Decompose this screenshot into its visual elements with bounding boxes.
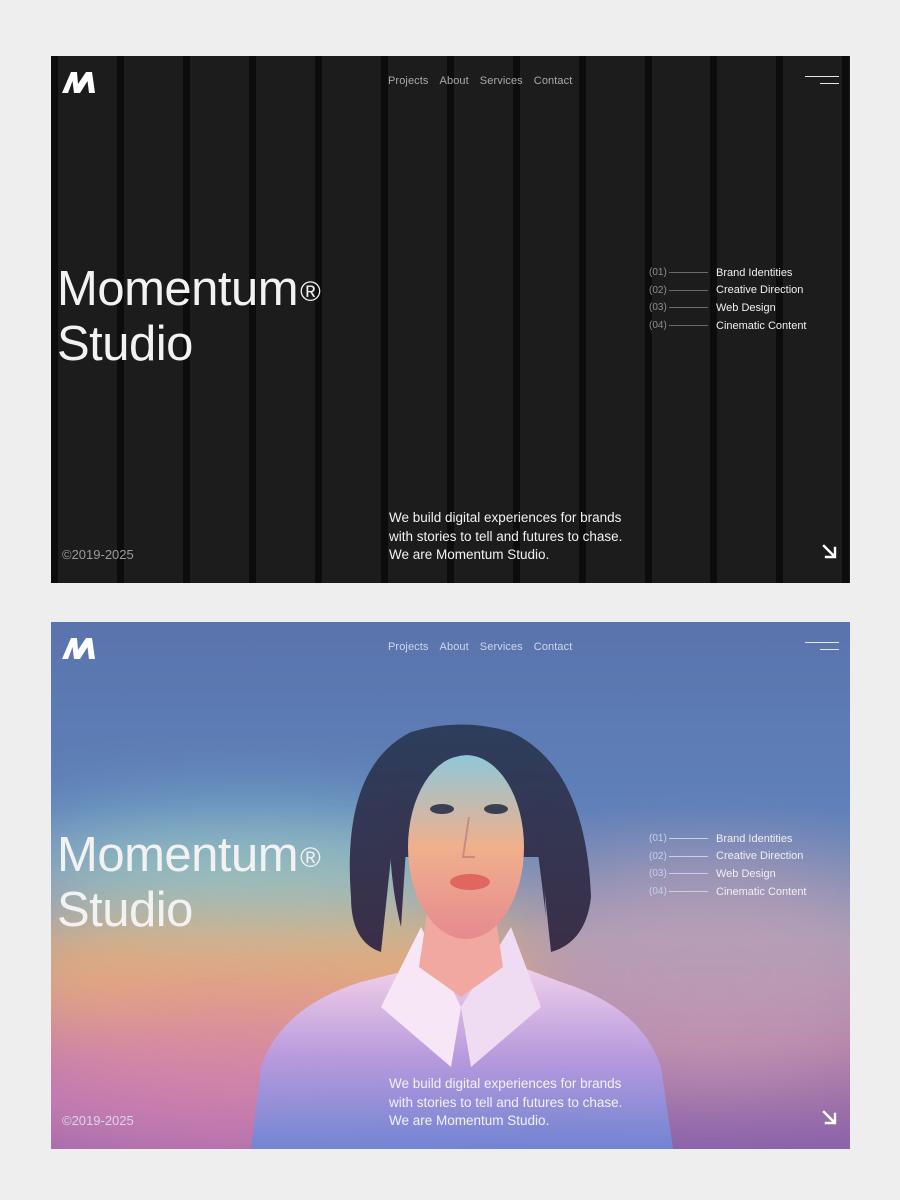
service-number: (04) (649, 886, 667, 898)
title-line-1: Momentum (57, 828, 299, 882)
hamburger-icon[interactable] (805, 76, 839, 88)
service-item[interactable]: (03) Web Design (649, 865, 807, 883)
main-nav: Projects About Services Contact (388, 75, 572, 87)
service-label: Creative Direction (716, 850, 804, 863)
nav-contact[interactable]: Contact (534, 641, 573, 653)
nav-services[interactable]: Services (480, 75, 523, 87)
title-line-2: Studio (57, 317, 193, 371)
registered-mark: ® (300, 842, 321, 873)
service-item[interactable]: (04) Cinematic Content (649, 317, 807, 335)
service-label: Web Design (716, 301, 776, 314)
divider (669, 272, 708, 274)
divider (669, 873, 708, 875)
service-number: (03) (649, 302, 667, 314)
service-label: Creative Direction (716, 284, 804, 297)
hero-frame-color: Projects About Services Contact Momentum… (51, 622, 850, 1149)
service-item[interactable]: (02) Creative Direction (649, 282, 807, 300)
main-nav: Projects About Services Contact (388, 641, 572, 653)
title-line-2: Studio (57, 883, 193, 937)
tagline-line: We are Momentum Studio. (389, 1113, 550, 1129)
divider (669, 855, 708, 857)
service-number: (02) (649, 284, 667, 296)
tagline-line: with stories to tell and futures to chas… (389, 1094, 623, 1110)
services-list: (01) Brand Identities (02) Creative Direct… (649, 264, 807, 334)
hero-title: Momentum® Studio (57, 262, 321, 372)
service-number: (01) (649, 833, 667, 845)
arrow-down-right-icon[interactable] (822, 1110, 837, 1125)
hero-frame-dark: Projects About Services Contact Momentum… (51, 56, 850, 583)
divider (669, 289, 708, 291)
service-label: Brand Identities (716, 832, 793, 845)
tagline: We build digital experiences for brands … (389, 1075, 649, 1131)
hamburger-icon[interactable] (805, 642, 839, 654)
service-number: (03) (649, 868, 667, 880)
title-line-1: Momentum (57, 262, 299, 316)
copyright: ©2019-2025 (62, 547, 134, 562)
service-item[interactable]: (02) Creative Direction (649, 848, 807, 866)
nav-projects[interactable]: Projects (388, 75, 429, 87)
momentum-logo[interactable] (62, 72, 95, 93)
registered-mark: ® (300, 276, 321, 307)
divider (669, 307, 708, 309)
service-number: (04) (649, 320, 667, 332)
service-label: Cinematic Content (716, 319, 807, 332)
service-item[interactable]: (04) Cinematic Content (649, 883, 807, 901)
service-label: Web Design (716, 867, 776, 880)
service-item[interactable]: (01) Brand Identities (649, 264, 807, 282)
service-number: (02) (649, 850, 667, 862)
nav-about[interactable]: About (440, 75, 469, 87)
service-number: (01) (649, 267, 667, 279)
divider (669, 838, 708, 840)
nav-services[interactable]: Services (480, 641, 523, 653)
momentum-logo[interactable] (62, 638, 95, 659)
tagline-line: with stories to tell and futures to chas… (389, 528, 623, 544)
tagline-line: We build digital experiences for brands (389, 510, 622, 525)
nav-about[interactable]: About (440, 641, 469, 653)
nav-projects[interactable]: Projects (388, 641, 429, 653)
tagline: We build digital experiences for brands … (389, 509, 649, 565)
tagline-line: We are Momentum Studio. (389, 547, 550, 563)
arrow-down-right-icon[interactable] (822, 544, 837, 559)
divider (669, 325, 708, 327)
service-label: Brand Identities (716, 266, 793, 279)
nav-contact[interactable]: Contact (534, 75, 573, 87)
hero-title: Momentum® Studio (57, 828, 321, 938)
service-item[interactable]: (01) Brand Identities (649, 830, 807, 848)
service-item[interactable]: (03) Web Design (649, 299, 807, 317)
divider (669, 891, 708, 893)
services-list: (01) Brand Identities (02) Creative Direct… (649, 830, 807, 900)
tagline-line: We build digital experiences for brands (389, 1076, 622, 1091)
copyright: ©2019-2025 (62, 1113, 134, 1128)
service-label: Cinematic Content (716, 885, 807, 898)
